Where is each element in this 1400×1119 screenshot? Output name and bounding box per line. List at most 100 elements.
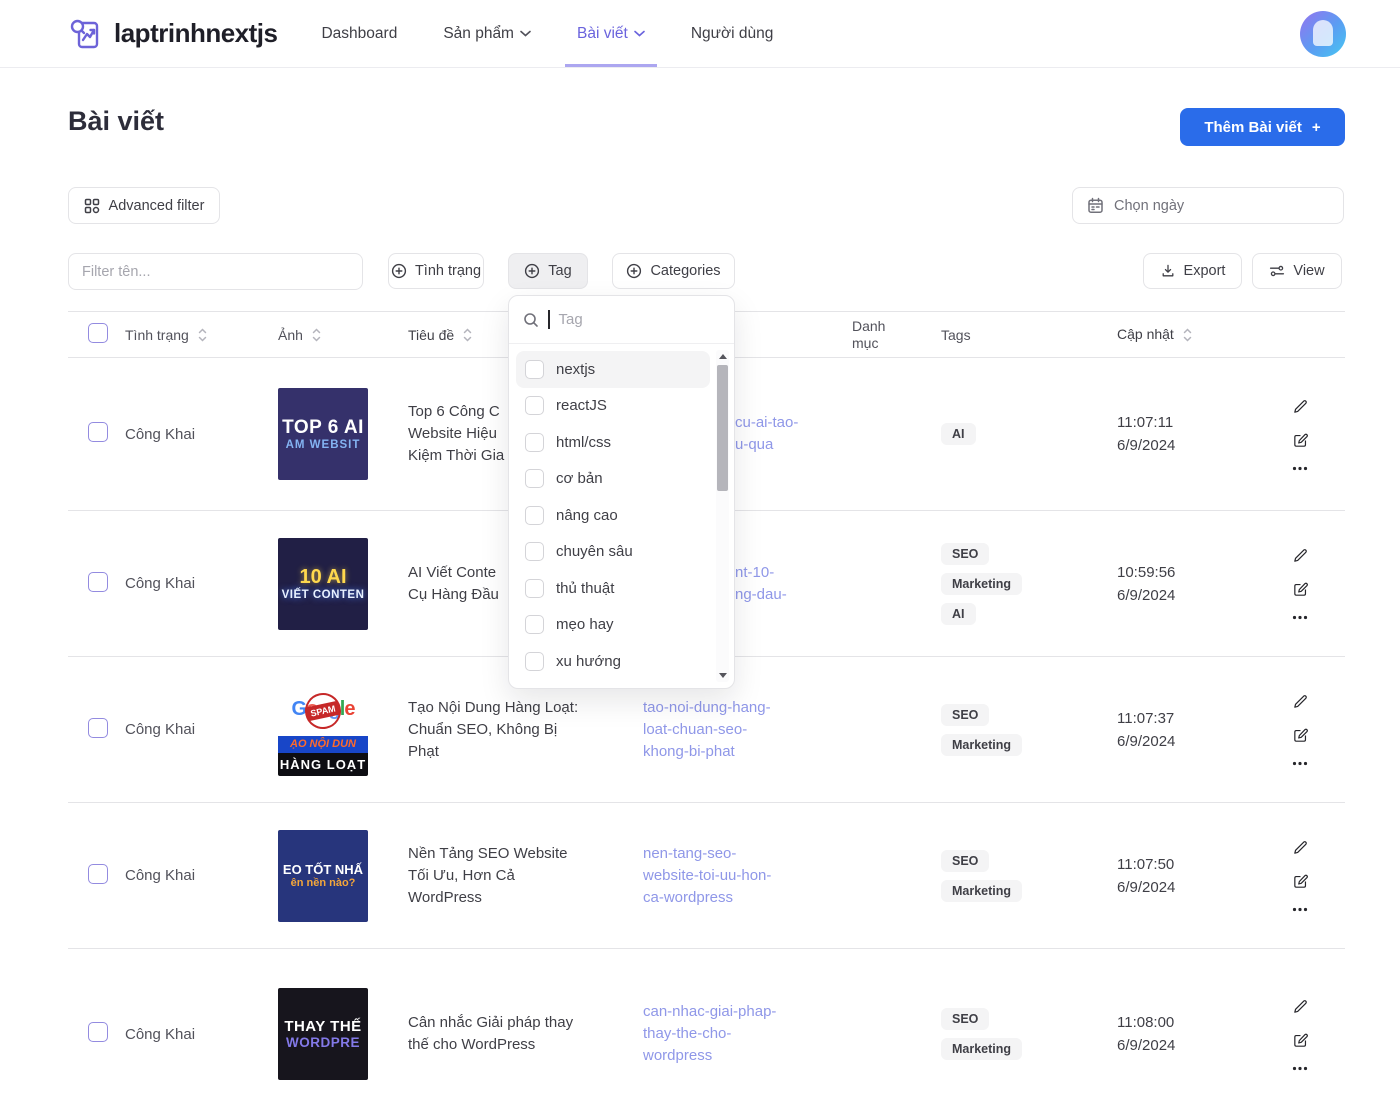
download-icon: [1160, 263, 1176, 279]
date-picker[interactable]: Chọn ngày: [1072, 187, 1344, 224]
tag-option[interactable]: cơ bản: [516, 461, 710, 498]
tag-option[interactable]: html/css: [516, 424, 710, 461]
tag-option[interactable]: reactJS: [516, 388, 710, 425]
tag-checkbox[interactable]: [525, 542, 544, 561]
calendar-icon: [1087, 197, 1104, 214]
tag-checkbox[interactable]: [525, 360, 544, 379]
tag-checkbox[interactable]: [525, 506, 544, 525]
pencil-icon[interactable]: [1292, 839, 1309, 856]
edit-icon[interactable]: [1292, 873, 1309, 890]
tag-badge: AI: [941, 603, 976, 625]
avatar[interactable]: [1300, 11, 1346, 57]
tag-badge: SEO: [941, 543, 989, 565]
tag-checkbox[interactable]: [525, 433, 544, 452]
edit-icon[interactable]: [1292, 432, 1309, 449]
more-icon[interactable]: [1292, 615, 1308, 620]
chevron-down-icon: [634, 30, 645, 37]
scrollbar-down-arrow[interactable]: [716, 669, 729, 682]
tag-checkbox[interactable]: [525, 652, 544, 671]
brand-logo[interactable]: laptrinhnextjs: [68, 16, 277, 52]
col-header-status[interactable]: Tình trạng: [125, 327, 278, 343]
status-cell: Công Khai: [125, 1026, 278, 1043]
nav-products[interactable]: Sản phẩm: [443, 0, 531, 67]
header-checkbox[interactable]: [88, 323, 108, 343]
advanced-filter-icon: [84, 198, 100, 214]
tag-option[interactable]: thủ thuật: [516, 570, 710, 607]
nav-posts[interactable]: Bài viết: [577, 0, 645, 67]
pencil-icon[interactable]: [1292, 547, 1309, 564]
logo-icon: [68, 16, 104, 52]
table-row: Công Khai THAY THẾ WORDPRE Cân nhắc Giải…: [68, 949, 1345, 1119]
nav-dashboard[interactable]: Dashboard: [321, 0, 397, 67]
plus-icon: +: [1312, 119, 1321, 136]
dropdown-scrollbar[interactable]: [716, 350, 729, 682]
row-checkbox[interactable]: [88, 718, 108, 738]
tag-badge: Marketing: [941, 1038, 1022, 1060]
col-header-tags: Tags: [935, 327, 1110, 343]
pencil-icon[interactable]: [1292, 398, 1309, 415]
pencil-icon[interactable]: [1292, 998, 1309, 1015]
add-post-button[interactable]: Thêm Bài viết +: [1180, 108, 1345, 146]
tag-option[interactable]: chuyên sâu: [516, 534, 710, 571]
post-slug-link[interactable]: nen-tang-seo- website-toi-uu-hon- ca-wor…: [643, 843, 845, 909]
tag-option[interactable]: mẹo hay: [516, 607, 710, 644]
edit-icon[interactable]: [1292, 1032, 1309, 1049]
edit-icon[interactable]: [1292, 581, 1309, 598]
more-icon[interactable]: [1292, 1066, 1308, 1071]
updated-cell: 11:07:376/9/2024: [1110, 707, 1255, 753]
sort-icon: [462, 328, 473, 342]
col-header-updated[interactable]: Cập nhật: [1117, 323, 1255, 346]
more-icon[interactable]: [1292, 466, 1308, 471]
scrollbar-thumb[interactable]: [717, 365, 728, 491]
status-cell: Công Khai: [125, 721, 278, 738]
edit-icon[interactable]: [1292, 727, 1309, 744]
tag-badge: Marketing: [941, 880, 1022, 902]
post-thumbnail: THAY THẾ WORDPRE: [278, 988, 368, 1080]
tag-checkbox[interactable]: [525, 579, 544, 598]
post-title: Nền Tảng SEO Website Tối Ưu, Hơn Cả Word…: [408, 843, 643, 909]
post-slug-link[interactable]: can-nhac-giai-phap- thay-the-cho- wordpr…: [643, 1001, 845, 1067]
tag-badge: SEO: [941, 850, 989, 872]
view-button[interactable]: View: [1252, 253, 1342, 289]
row-checkbox[interactable]: [88, 864, 108, 884]
tag-badge: SEO: [941, 1008, 989, 1030]
post-thumbnail: TOP 6 AI AM WEBSIT: [278, 388, 368, 480]
top-navbar: laptrinhnextjs Dashboard Sản phẩm Bài vi…: [0, 0, 1400, 68]
row-checkbox[interactable]: [88, 1022, 108, 1042]
advanced-filter-button[interactable]: Advanced filter: [68, 187, 220, 224]
tag-badge: SEO: [941, 704, 989, 726]
name-filter-input[interactable]: [68, 253, 363, 290]
updated-cell: 11:07:116/9/2024: [1110, 411, 1255, 457]
tag-option[interactable]: nextjs: [516, 351, 710, 388]
brand-name: laptrinhnextjs: [114, 18, 277, 49]
scrollbar-up-arrow[interactable]: [716, 350, 729, 363]
tag-checkbox[interactable]: [525, 396, 544, 415]
col-header-image[interactable]: Ảnh: [278, 327, 408, 343]
sliders-icon: [1269, 263, 1285, 279]
export-button[interactable]: Export: [1143, 253, 1242, 289]
row-checkbox[interactable]: [88, 422, 108, 442]
more-icon[interactable]: [1292, 761, 1308, 766]
chevron-down-icon: [520, 30, 531, 37]
tag-badge: AI: [941, 423, 976, 445]
text-cursor: [548, 310, 550, 329]
tag-option[interactable]: xu hướng: [516, 643, 710, 680]
sort-icon: [1182, 328, 1193, 342]
tag-search-box[interactable]: Tag: [509, 296, 734, 344]
tag-filter-button[interactable]: Tag: [508, 253, 588, 289]
more-icon[interactable]: [1292, 907, 1308, 912]
pencil-icon[interactable]: [1292, 693, 1309, 710]
tag-checkbox[interactable]: [525, 469, 544, 488]
post-slug-link[interactable]: tao-noi-dung-hang- loat-chuan-seo- khong…: [643, 697, 845, 763]
tag-option[interactable]: nâng cao: [516, 497, 710, 534]
tag-checkbox[interactable]: [525, 615, 544, 634]
status-cell: Công Khai: [125, 867, 278, 884]
circle-plus-icon: [626, 263, 642, 279]
status-cell: Công Khai: [125, 426, 278, 443]
nav-users[interactable]: Người dùng: [691, 0, 774, 67]
categories-filter-button[interactable]: Categories: [612, 253, 735, 289]
tag-badge: Marketing: [941, 734, 1022, 756]
post-thumbnail: Google SPAM ẠO NỘI DUN HÀNG LOẠT: [278, 684, 368, 776]
status-filter-button[interactable]: Tình trạng: [388, 253, 484, 289]
row-checkbox[interactable]: [88, 572, 108, 592]
